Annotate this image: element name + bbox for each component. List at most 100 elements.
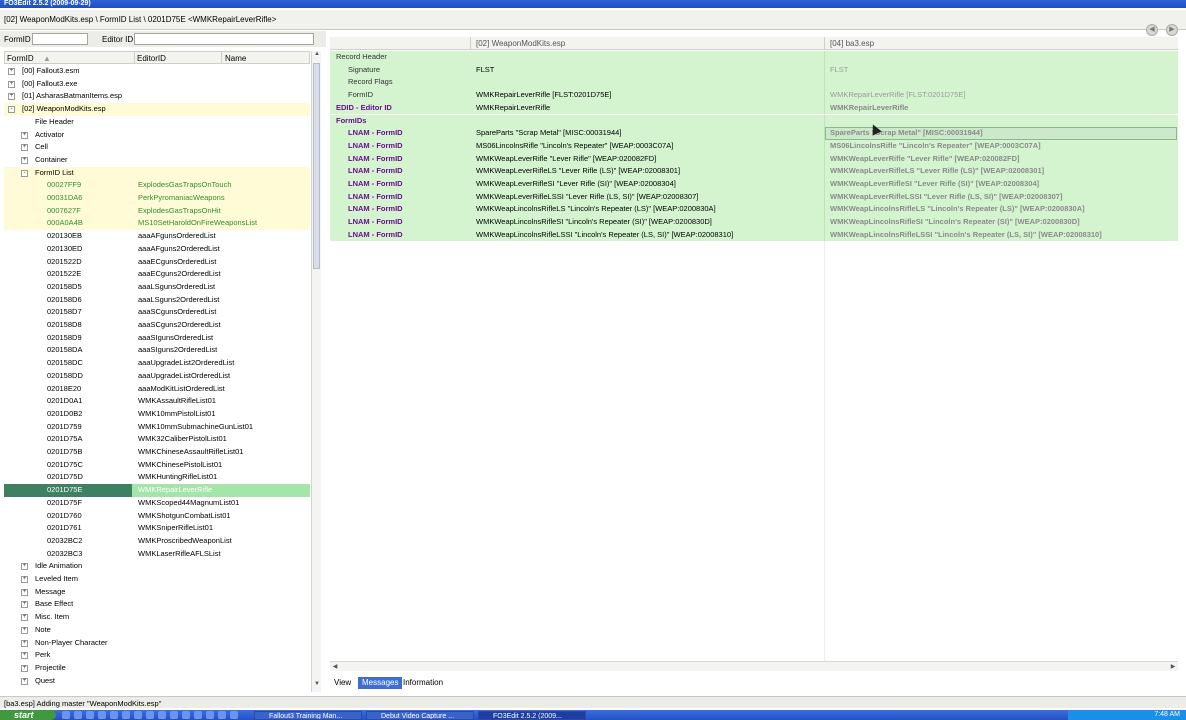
tree-item[interactable]: 020158D9 aaaSIgunsOrderedList — [4, 332, 310, 345]
expand-icon[interactable]: + — [21, 614, 28, 622]
scroll-left-icon[interactable]: ◀ — [330, 662, 340, 672]
record-value-ba3[interactable]: WMKWeapLincolnsRifleLSSI "Lincoln's Repe… — [830, 229, 1102, 242]
record-value-weaponmodkits[interactable]: WMKRepairLeverRifle — [476, 102, 550, 115]
record-field-row[interactable]: LNAM - FormID WMKWeapLeverRifleLS "Lever … — [330, 165, 1178, 178]
tree-item[interactable]: + Leveled Item — [4, 573, 310, 586]
tree-item[interactable]: + Misc. Item — [4, 611, 310, 624]
quicklaunch-icon[interactable] — [170, 711, 178, 719]
record-field-row[interactable]: LNAM - FormID WMKWeapLincolnsRifleLSSI "L… — [330, 228, 1178, 242]
quicklaunch-icon[interactable] — [110, 711, 118, 719]
record-field-row[interactable]: Record Flags — [330, 76, 1178, 90]
quicklaunch-icon[interactable] — [218, 711, 226, 719]
quicklaunch-icon[interactable] — [230, 711, 238, 719]
tree-item[interactable]: 02032BC2 WMKProscribedWeaponList — [4, 535, 310, 548]
expand-icon[interactable]: + — [21, 563, 28, 571]
tree-item[interactable]: + [01] AsharasBatmanItems.esp — [4, 90, 310, 103]
scroll-down-icon[interactable]: ▼ — [312, 681, 322, 691]
quicklaunch-icon[interactable] — [86, 711, 94, 719]
column-divider[interactable] — [221, 52, 222, 63]
tree-item[interactable]: + Cell — [4, 141, 310, 154]
tree-item[interactable]: + Note — [4, 624, 310, 637]
tab-information[interactable]: Information — [399, 677, 447, 689]
tree-item[interactable]: 0201D75D WMKHuntingRifleList01 — [4, 471, 310, 484]
record-value-ba3[interactable]: WMKWeapLeverRifle "Lever Rifle" [WEAP:02… — [830, 153, 1020, 166]
tree-item[interactable]: 0201D0B2 WMK10mmPistolList01 — [4, 408, 310, 421]
record-field-row[interactable]: LNAM - FormID SpareParts "Scrap Metal" [M… — [330, 127, 1178, 140]
quicklaunch-icon[interactable] — [182, 711, 190, 719]
tree-item[interactable]: 020130ED aaaAFguns2OrderedList — [4, 243, 310, 256]
expand-icon[interactable]: + — [21, 639, 28, 647]
record-field-row[interactable]: LNAM - FormID WMKWeapLeverRifle "Lever Ri… — [330, 152, 1178, 166]
expand-icon[interactable]: + — [21, 664, 28, 672]
tree-item[interactable]: 020158D6 aaaLSguns2OrderedList — [4, 294, 310, 307]
record-value-weaponmodkits[interactable]: MS06LincolnsRifle "Lincoln's Repeater" [… — [476, 140, 673, 153]
quicklaunch-icon[interactable] — [206, 711, 214, 719]
expand-icon[interactable]: + — [21, 626, 28, 634]
tree-item[interactable]: 020158DD aaaUpgradeListOrderedList — [4, 370, 310, 383]
record-value-weaponmodkits[interactable]: WMKWeapLincolnsRifleLSSI "Lincoln's Repe… — [476, 229, 733, 242]
expand-icon[interactable]: + — [21, 652, 28, 660]
tree-item[interactable]: + Activator — [4, 129, 310, 142]
record-value-weaponmodkits[interactable]: WMKWeapLincolnsRifleLS "Lincoln's Repeat… — [476, 203, 716, 216]
expand-icon[interactable]: + — [21, 156, 28, 164]
quicklaunch-icon[interactable] — [74, 711, 82, 719]
tree-item[interactable]: + Perk — [4, 649, 310, 662]
tree-item[interactable]: + Base Effect — [4, 598, 310, 611]
record-value-ba3[interactable]: WMKWeapLeverRifleLSSI "Lever Rifle (LS, … — [830, 191, 1062, 204]
tree-item[interactable]: 00031DA6 PerkPyromaniacWeapons — [4, 192, 310, 205]
column-divider[interactable] — [134, 52, 135, 63]
record-value-ba3[interactable]: MS06LincolnsRifle "Lincoln's Repeater" [… — [830, 140, 1041, 153]
record-value-ba3[interactable]: WMKRepairLeverRifle — [830, 102, 908, 115]
tab-view[interactable]: View — [330, 677, 355, 689]
tree-item[interactable]: 02032BC3 WMKLaserRifleAFLSList — [4, 548, 310, 561]
tree-item[interactable]: 0201D760 WMKShotgunCombatList01 — [4, 510, 310, 523]
expand-icon[interactable]: + — [21, 588, 28, 596]
quicklaunch-icon[interactable] — [62, 711, 70, 719]
record-value-weaponmodkits[interactable]: FLST — [476, 64, 494, 77]
taskbar-item-debut-video[interactable]: Debut Video Capture ... — [366, 711, 474, 720]
record-value-weaponmodkits[interactable]: WMKRepairLeverRifle [FLST:0201D75E] — [476, 89, 611, 102]
collapse-icon[interactable]: - — [8, 106, 15, 114]
tree-item[interactable]: 0201D761 WMKSniperRifleList01 — [4, 522, 310, 535]
record-value-ba3[interactable]: WMKWeapLincolnsRifleLS "Lincoln's Repeat… — [830, 203, 1085, 216]
start-button[interactable]: start — [0, 710, 56, 720]
record-value-weaponmodkits[interactable]: WMKWeapLeverRifle "Lever Rifle" [WEAP:02… — [476, 153, 656, 166]
tree-item[interactable]: - [02] WeaponModKits.esp — [4, 103, 310, 116]
record-field-row[interactable]: Signature FLST FLST — [330, 63, 1178, 77]
tree-item[interactable]: 0201D75B WMKChineseAssaultRifleList01 — [4, 446, 310, 459]
scroll-up-icon[interactable]: ▲ — [312, 51, 322, 61]
expand-icon[interactable]: + — [21, 576, 28, 583]
formid-filter-input[interactable] — [32, 33, 88, 45]
expand-icon[interactable]: + — [8, 93, 15, 101]
back-icon[interactable]: ◀ — [1146, 24, 1158, 36]
tree-item[interactable]: 0007627F ExplodesGasTrapsOnHit — [4, 204, 310, 218]
tree-item[interactable]: + [00] Fallout3.esm — [4, 65, 310, 78]
record-value-weaponmodkits[interactable]: WMKWeapLeverRifleLS "Lever Rifle (LS)" [… — [476, 165, 680, 178]
expand-icon[interactable]: + — [21, 601, 28, 609]
record-field-row[interactable]: LNAM - FormID WMKWeapLeverRifleLSSI "Leve… — [330, 190, 1178, 204]
taskbar-item-fallout3-training[interactable]: Fallout3 Training Man... — [254, 711, 362, 720]
record-value-ba3[interactable]: FLST — [830, 64, 848, 77]
column-divider[interactable] — [824, 37, 825, 50]
scroll-right-icon[interactable]: ▶ — [1168, 662, 1178, 672]
tree-item[interactable]: - FormID List — [4, 166, 310, 180]
record-field-row[interactable]: FormID WMKRepairLeverRifle [FLST:0201D75E… — [330, 89, 1178, 102]
tree-item[interactable]: 00027FF9 ExplodesGasTrapsOnTouch — [4, 179, 310, 192]
expand-icon[interactable]: + — [8, 68, 15, 75]
forward-icon[interactable]: ▶ — [1166, 24, 1178, 36]
expand-icon[interactable]: + — [21, 131, 28, 139]
tree-item[interactable]: + Message — [4, 586, 310, 599]
tab-messages[interactable]: Messages — [358, 677, 403, 689]
tree-item[interactable]: 0201D75F WMKScoped44MagnumList01 — [4, 497, 310, 510]
expand-icon[interactable]: + — [21, 677, 28, 685]
column-divider[interactable] — [470, 37, 471, 50]
record-field-row[interactable]: LNAM - FormID WMKWeapLeverRifleSI "Lever … — [330, 178, 1178, 191]
tree-item[interactable]: 020158D8 aaaSCguns2OrderedList — [4, 319, 310, 332]
expand-icon[interactable]: + — [21, 144, 28, 152]
tree-item[interactable]: 0201522E aaaECguns2OrderedList — [4, 268, 310, 281]
column-plugin-weaponmodkits[interactable]: [02] WeaponModKits.esp — [476, 39, 565, 48]
record-value-weaponmodkits[interactable]: WMKWeapLeverRifleLSSI "Lever Rifle (LS, … — [476, 191, 698, 204]
record-view-hscrollbar[interactable]: ◀ ▶ — [330, 661, 1178, 671]
tree-item[interactable]: 020158D7 aaaSCgunsOrderedList — [4, 306, 310, 319]
tree-item[interactable]: + Idle Animation — [4, 560, 310, 573]
